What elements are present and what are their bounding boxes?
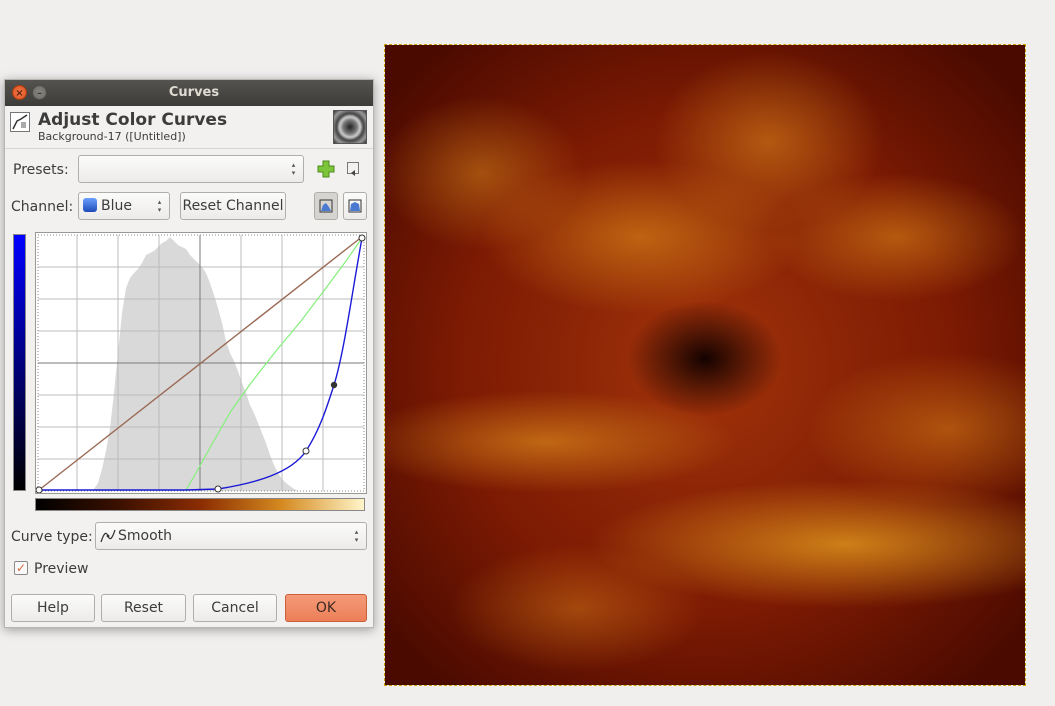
dialog-titlebar[interactable]: × – Curves [5,80,373,106]
image-canvas[interactable] [384,44,1026,686]
dialog-header: Adjust Color Curves Background-17 ([Unti… [5,108,373,149]
add-preset-icon[interactable] [317,160,335,178]
window-title: Curves [168,85,220,100]
ok-button[interactable]: OK [285,594,367,622]
curves-area [11,232,369,514]
curve-type-combo[interactable]: Smooth ▴ ▾ [95,522,367,550]
channel-combo[interactable]: Blue ▴ ▾ [78,192,170,220]
presets-combo[interactable]: ▴ ▾ [78,155,304,183]
preview-label: Preview [34,561,89,577]
channel-value: Blue [101,198,132,214]
log-histogram-icon[interactable] [343,192,367,220]
spinner-icon: ▴ ▾ [157,198,162,214]
channel-label: Channel: [11,199,74,215]
curve-type-value: Smooth [118,528,173,544]
channel-color-icon [83,198,97,212]
curve-type-label: Curve type: [11,529,93,545]
cancel-button[interactable]: Cancel [193,594,277,622]
reset-button[interactable]: Reset [101,594,186,622]
smooth-curve-icon [100,528,116,543]
curves-graph[interactable] [35,232,367,494]
spinner-icon: ▴ ▾ [354,528,359,544]
presets-label: Presets: [13,162,69,178]
preset-menu-icon[interactable] [347,162,359,176]
help-button[interactable]: Help [11,594,95,622]
spinner-icon: ▴ ▾ [291,161,296,177]
vertical-gradient-bar [13,234,26,491]
tool-curves-icon [10,112,30,132]
curves-dialog: × – Curves Adjust Color Curves Backgroun… [4,79,374,628]
reset-channel-button[interactable]: Reset Channel [180,192,286,220]
image-thumbnail [333,110,367,144]
linear-histogram-icon[interactable] [314,192,338,220]
horizontal-gradient-bar [35,498,365,511]
preview-checkbox[interactable]: ✓ [14,561,28,575]
header-subtitle: Background-17 ([Untitled]) [38,130,186,143]
header-title: Adjust Color Curves [38,110,228,130]
